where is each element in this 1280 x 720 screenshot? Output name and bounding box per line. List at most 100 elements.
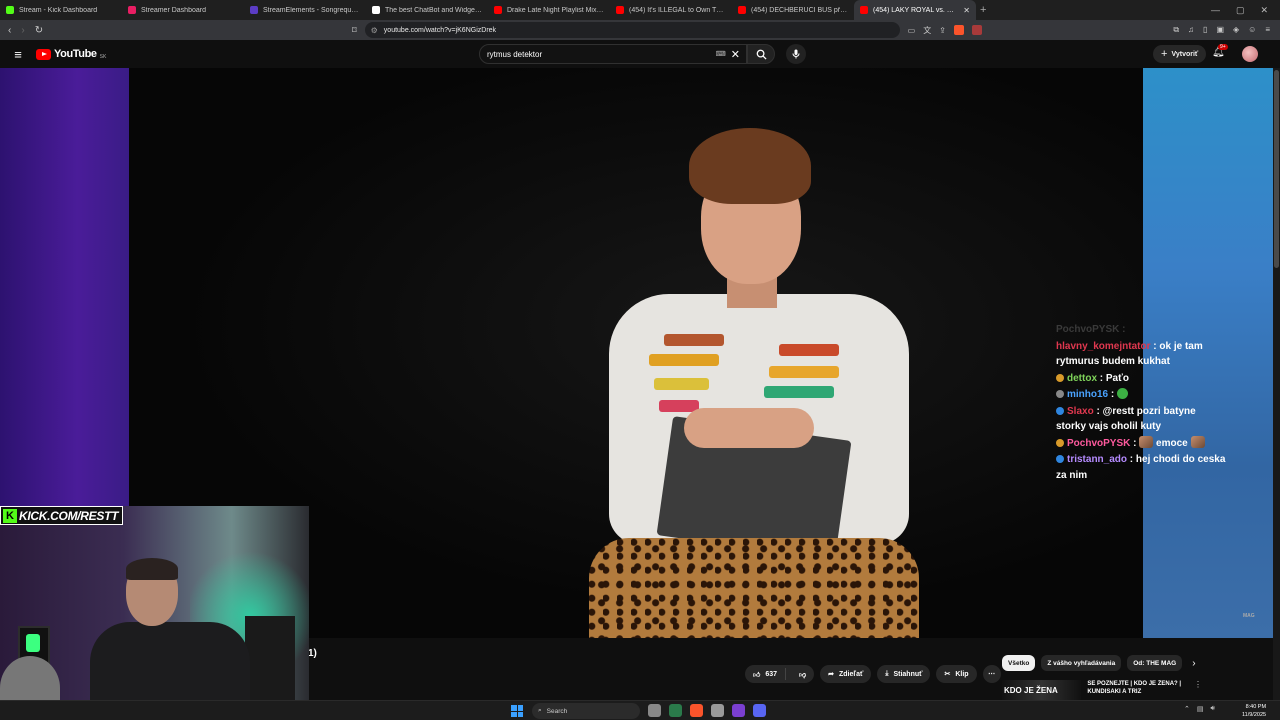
xbox-icon[interactable] <box>669 704 682 717</box>
page-scrollbar[interactable] <box>1273 68 1280 700</box>
music-icon[interactable]: ♫ <box>1188 25 1194 35</box>
url-text: youtube.com/watch?v=jK6NGizDrek <box>383 26 497 34</box>
chat-separator: : <box>1127 454 1136 465</box>
close-tab-icon[interactable]: ✕ <box>963 6 970 15</box>
browser-tab[interactable]: Drake Late Night Playlist Mix - Comp... <box>488 0 610 20</box>
url-field[interactable]: ⚙ youtube.com/watch?v=jK6NGizDrek <box>364 22 900 38</box>
chat-username: minho16 <box>1067 389 1109 400</box>
brave-taskbar-icon[interactable] <box>690 704 703 717</box>
extensions-icon[interactable]: ⧉ <box>1173 25 1179 35</box>
more-actions-button[interactable]: ⋯ <box>982 665 1001 683</box>
new-tab-button[interactable]: + <box>980 4 986 16</box>
voice-search-button[interactable] <box>786 44 806 64</box>
taskbar-search-icon: ⌕ <box>538 707 542 714</box>
keyboard-icon[interactable]: ⌨ <box>716 50 726 58</box>
search-button[interactable] <box>747 44 775 64</box>
chip-all[interactable]: Všetko <box>1002 655 1036 671</box>
kebab-menu-icon[interactable]: ⋮ <box>1194 680 1202 702</box>
recommended-thumbnail[interactable]: KDO JE ŽENA <box>1002 680 1082 702</box>
obs-icon[interactable] <box>732 704 745 717</box>
chat-separator: : <box>1093 405 1103 417</box>
forward-icon[interactable]: › <box>21 25 24 36</box>
network-icon[interactable]: ▤ <box>1197 705 1204 713</box>
taskbar-clock[interactable]: 8:40 PM 11/9/2025 <box>1242 703 1266 719</box>
browser-tab[interactable]: (454) It's ILLEGAL to Own This 90's H... <box>610 0 732 20</box>
dislike-button[interactable]: 👎︎ <box>791 670 814 679</box>
chip-from-search[interactable]: Z vášho vyhľadávania <box>1041 655 1122 671</box>
chat-message: minho16 : <box>1056 387 1226 403</box>
chevron-right-icon[interactable]: › <box>1192 658 1195 669</box>
create-label: Vytvoriť <box>1171 50 1199 58</box>
chat-separator: : <box>1130 437 1140 449</box>
browser-menu-icon[interactable]: ≡ <box>1265 25 1270 35</box>
sidebar-icon[interactable]: ▯ <box>1203 25 1207 35</box>
vpn-icon[interactable]: ◈ <box>1233 25 1239 35</box>
browser-tab[interactable]: (454) DECHBERÚCI BUS přes AND... <box>732 0 854 20</box>
wallet-icon[interactable]: ▣ <box>1216 25 1224 35</box>
monitor-screen-glow <box>26 634 40 652</box>
account-avatar[interactable] <box>1242 46 1258 62</box>
cast-icon[interactable]: ▭ <box>908 26 916 35</box>
browser-tab[interactable]: Streamer Dashboard <box>122 0 244 20</box>
close-window-icon[interactable]: ✕ <box>1260 5 1268 16</box>
create-button[interactable]: + Vytvoriť <box>1153 45 1207 63</box>
chip-from-channel[interactable]: Od: THE MAG <box>1127 655 1183 671</box>
brave-shield-icon[interactable] <box>953 25 964 35</box>
share-button[interactable]: ➦ Zdieľať <box>820 665 872 683</box>
tab-title: (454) LAKY ROYAL vs. RYTMU... <box>873 6 958 14</box>
browser-tab[interactable]: StreamElements - Songrequest <box>244 0 366 20</box>
tab-title: (454) DECHBERÚCI BUS přes AND... <box>751 6 848 14</box>
youtube-logo[interactable]: YouTube SK <box>36 48 106 60</box>
chat-text: Paťo <box>1105 372 1130 384</box>
chat-emote-icon <box>1117 388 1129 399</box>
search-input[interactable]: rytmus detektor ⌨ ✕ <box>479 44 747 64</box>
download-button[interactable]: ⤓ Stiahnuť <box>877 665 931 683</box>
clip-button[interactable]: ✂ Klip <box>936 665 977 683</box>
recommended-video[interactable]: KDO JE ŽENA SE POZNEJTE | KDO JE ŽENA? |… <box>1002 680 1202 702</box>
scissors-icon: ✂ <box>944 671 951 678</box>
bookmark-icon[interactable]: ⌑ <box>352 25 357 36</box>
chevron-up-icon[interactable]: ⌃ <box>1184 705 1190 713</box>
youtube-wordmark: YouTube <box>54 48 97 60</box>
like-button[interactable]: 👍︎ 637 <box>745 668 787 680</box>
browser-tab[interactable]: The best ChatBot and Widgets for K... <box>366 0 488 20</box>
browser-tab[interactable]: (454) LAKY ROYAL vs. RYTMU... ✕ <box>854 0 976 20</box>
scrollbar-thumb[interactable] <box>1274 70 1279 268</box>
hamburger-menu-icon[interactable]: ≡ <box>0 47 36 62</box>
minimize-icon[interactable]: — <box>1211 5 1220 16</box>
tab-favicon-icon <box>860 6 868 14</box>
back-icon[interactable]: ‹ <box>8 25 11 36</box>
profile-icon[interactable]: ☺ <box>1248 25 1256 35</box>
hair-shape <box>689 128 811 204</box>
volume-icon[interactable]: 🔊︎ <box>1211 705 1215 713</box>
reload-icon[interactable]: ↻ <box>35 25 43 36</box>
tab-title: Drake Late Night Playlist Mix - Comp... <box>507 6 604 14</box>
youtube-play-icon <box>36 48 51 60</box>
system-tray: ⌃ ▤ 🔊︎ <box>1184 705 1215 713</box>
tab-favicon-icon <box>128 6 136 14</box>
download-icon: ⤓ <box>885 670 889 677</box>
maximize-icon[interactable]: ▢ <box>1236 5 1245 16</box>
start-button[interactable] <box>511 705 523 717</box>
shirt-decal <box>769 366 839 378</box>
discord-icon[interactable] <box>753 704 766 717</box>
channel-watermark[interactable]: MAG <box>1243 613 1255 619</box>
plus-icon: + <box>1161 48 1168 60</box>
tab-favicon-icon <box>250 6 258 14</box>
translate-icon[interactable]: 文 <box>923 25 931 36</box>
taskbar-search[interactable]: ⌕ Search <box>532 703 640 719</box>
browser-tab-strip: Stream - Kick Dashboard Streamer Dashboar… <box>0 0 1280 20</box>
task-view-icon[interactable] <box>648 704 661 717</box>
streamer-hair <box>126 558 178 580</box>
clear-search-icon[interactable]: ✕ <box>731 48 740 61</box>
share-icon[interactable]: ⇪ <box>939 26 946 35</box>
site-settings-icon[interactable]: ⚙ <box>371 26 378 35</box>
browser-tab[interactable]: Stream - Kick Dashboard <box>0 0 122 20</box>
brave-rewards-icon[interactable] <box>971 25 982 35</box>
notifications-button[interactable]: 🔔︎ 9+ <box>1212 44 1228 58</box>
more-icon: ⋯ <box>988 671 996 678</box>
app-icon[interactable] <box>711 704 724 717</box>
taskbar-search-label: Search <box>546 707 568 715</box>
chat-badge-icon <box>1056 455 1064 463</box>
recommended-title[interactable]: SE POZNEJTE | KDO JE ŽENA? | KUNDISAKI A… <box>1087 680 1188 696</box>
